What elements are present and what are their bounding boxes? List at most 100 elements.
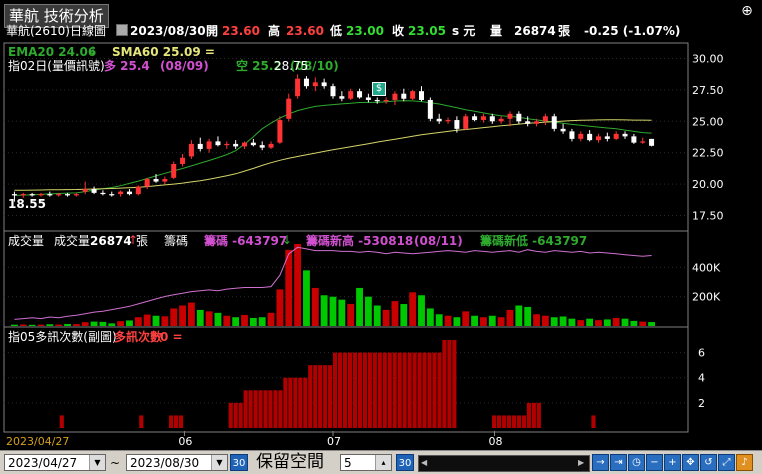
period-dropdown[interactable] — [116, 24, 128, 36]
volume-bar — [311, 287, 319, 326]
reserve-spin-icon[interactable]: ▴ — [375, 455, 391, 470]
candle-body — [542, 116, 548, 122]
start-date-picker[interactable]: 2023/04/27 ▼ — [4, 454, 106, 471]
candle-body — [233, 143, 239, 147]
signal-value: 0 = — [160, 330, 183, 344]
high-label: 高 — [268, 24, 281, 38]
price-tick-label: 30.00 — [692, 53, 724, 66]
signal-bar — [278, 390, 283, 428]
volume-bar — [11, 324, 18, 326]
scroll-track[interactable]: ◀ ▶ — [418, 455, 590, 472]
volume-bar — [214, 312, 222, 326]
candle-body — [144, 179, 150, 187]
volume-panel-title: 成交量 — [8, 234, 45, 248]
zoom-out-icon[interactable]: − — [646, 454, 663, 471]
volume-bar — [391, 301, 399, 326]
candle-body — [401, 93, 407, 99]
volume-bar — [303, 270, 310, 326]
signal-bar — [293, 377, 298, 428]
volume-bar — [329, 296, 337, 326]
candle-body — [100, 192, 106, 195]
candle-body — [91, 189, 97, 193]
apply-range-button[interactable]: 30 — [230, 454, 248, 471]
volume-bar — [99, 321, 107, 326]
candle-body — [153, 179, 159, 182]
chip-high-date: (08/11) — [414, 234, 463, 248]
signal-bar — [347, 352, 353, 428]
volume-bar — [81, 322, 89, 326]
volume-chart: 400K 200K — [4, 244, 721, 326]
candle-body — [29, 194, 35, 196]
quote-date: 2023/08/30 — [130, 24, 206, 38]
scroll-right-icon[interactable]: ▶ — [578, 458, 587, 467]
signal-tick-label: 4 — [698, 372, 705, 385]
volume-bar — [356, 287, 363, 326]
candle-body — [242, 142, 248, 147]
signal-bar — [173, 415, 179, 428]
signal-bar — [432, 352, 437, 428]
signal-bar — [367, 352, 372, 428]
signal-bar — [169, 415, 174, 428]
clock-icon[interactable]: ◷ — [628, 454, 645, 471]
volume-bar — [55, 324, 63, 326]
volume-bar — [205, 311, 213, 326]
candle-body — [595, 136, 601, 141]
candle-body — [339, 96, 345, 99]
tech-analysis-window: 華航 技術分析 華航(2610) 日線圖 2023/08/30 開 23.60 … — [0, 0, 762, 474]
candle-body — [480, 116, 486, 121]
signal-bar — [382, 352, 387, 428]
ema-down-icon: ↓ — [88, 44, 99, 58]
candle-body — [321, 82, 327, 87]
restore-icon[interactable]: ↺ — [700, 454, 717, 471]
candle-body — [295, 78, 301, 97]
signal-bar — [397, 352, 402, 428]
fit-icon[interactable]: ⤢ — [718, 454, 735, 471]
candle-body — [587, 133, 593, 141]
scroll-left-icon[interactable]: ◀ — [421, 458, 430, 467]
volume-bar — [19, 324, 27, 326]
unit-label: s 元 — [452, 24, 476, 38]
signal-bar — [263, 390, 268, 428]
apply-reserve-button[interactable]: 30 — [396, 454, 414, 471]
volume-label: 量 — [490, 24, 503, 38]
signal-bar — [531, 402, 536, 428]
signal-panel-title: 指05多訊次數(副圖) — [8, 330, 117, 344]
signal-bar — [273, 390, 278, 428]
signal-bar — [303, 377, 308, 428]
price-tick-label: 27.50 — [692, 84, 724, 97]
chip-down-icon: ↓ — [282, 233, 293, 247]
volume-legend-label: 成交量 — [54, 234, 91, 248]
signal-bar — [313, 365, 318, 428]
end-date-picker[interactable]: 2023/08/30 ▼ — [126, 454, 228, 471]
volume-bar — [559, 316, 567, 326]
signal-bar — [352, 352, 358, 428]
step-right-icon[interactable]: → — [592, 454, 609, 471]
candle-body — [250, 142, 256, 146]
volume-bar — [639, 321, 647, 326]
signal-tick-label: 6 — [698, 347, 705, 360]
candle-body — [516, 113, 522, 122]
alert-bell-icon[interactable]: ♪ — [736, 454, 753, 471]
volume-bar — [426, 308, 434, 326]
start-date-dropdown-icon[interactable]: ▼ — [89, 455, 105, 470]
move-icon[interactable]: ✥ — [682, 454, 699, 471]
volume-bar — [497, 317, 505, 326]
signal-bar — [233, 402, 238, 428]
candle-body — [82, 189, 88, 192]
volume-bar — [64, 323, 71, 326]
signal-bar — [536, 402, 541, 428]
reserve-space-input[interactable]: 5 ▴ — [340, 454, 392, 471]
zoom-icon[interactable]: ⊕ — [738, 4, 756, 22]
candle-body — [357, 91, 363, 98]
step-end-icon[interactable]: ⇥ — [610, 454, 627, 471]
volume-bar — [37, 324, 45, 326]
end-date-dropdown-icon[interactable]: ▼ — [211, 455, 227, 470]
zoom-in-icon[interactable]: + — [664, 454, 681, 471]
signal-bar — [437, 352, 442, 428]
candle-body — [126, 191, 132, 195]
signal-badge-icon[interactable]: $ — [372, 82, 386, 96]
signal-bar — [243, 390, 248, 428]
volume-bar — [267, 312, 275, 326]
candle-body — [551, 116, 557, 129]
bull-signal-date: (08/09) — [160, 59, 209, 73]
